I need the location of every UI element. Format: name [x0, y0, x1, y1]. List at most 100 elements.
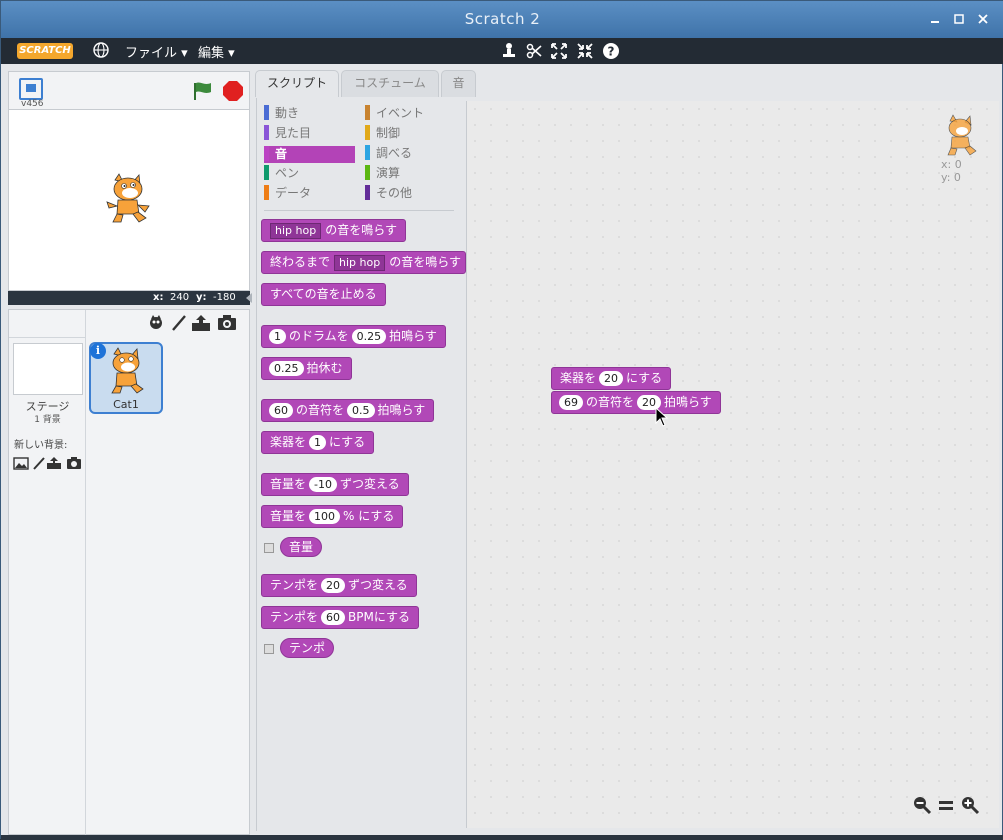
drum-dropdown[interactable]: 1 [269, 329, 286, 344]
block-change-volume[interactable]: 音量を -10 ずつ変える [261, 473, 409, 496]
script-block-play-note[interactable]: 69 の音符を 20 拍鳴らす [551, 391, 721, 414]
block-text: すべての音を止める [270, 287, 377, 301]
reporter-tempo[interactable]: テンポ [280, 638, 335, 658]
bottom-edge [1, 835, 1003, 840]
category-control-label: 制御 [376, 126, 401, 140]
upload-backdrop-icon[interactable] [46, 456, 62, 474]
paint-sprite-icon[interactable] [170, 314, 188, 336]
tempo-input[interactable]: 60 [321, 610, 346, 625]
stop-icon[interactable] [223, 81, 243, 101]
block-text: ずつ変える [339, 477, 400, 491]
block-text: にする [626, 371, 663, 385]
block-text: ずつ変える [348, 578, 408, 592]
block-stop-all-sounds[interactable]: すべての音を止める [261, 283, 386, 306]
category-more-label: その他 [376, 186, 413, 200]
globe-icon[interactable] [91, 41, 111, 61]
block-play-note[interactable]: 60 の音符を 0.5 拍鳴らす [261, 399, 435, 422]
block-play-drum[interactable]: 1 のドラムを 0.25 拍鳴らす [261, 325, 446, 348]
block-play-sound-until-done[interactable]: 終わるまで hip hop の音を鳴らす [261, 251, 466, 274]
category-more[interactable]: その他 [365, 185, 455, 202]
category-sound[interactable]: 音 [264, 146, 355, 163]
instrument-dropdown[interactable]: 20 [599, 371, 624, 386]
shrink-icon[interactable] [575, 41, 595, 61]
tempo-checkbox[interactable] [264, 644, 274, 654]
beats-input[interactable]: 0.25 [269, 361, 304, 376]
sound-dropdown[interactable]: hip hop [270, 222, 322, 239]
stage-thumbnail[interactable] [13, 343, 83, 395]
block-set-volume[interactable]: 音量を 100% にする [261, 505, 404, 528]
instrument-dropdown[interactable]: 1 [309, 435, 327, 450]
close-icon[interactable] [973, 9, 993, 29]
upload-sprite-icon[interactable] [191, 314, 211, 336]
scratch-logo[interactable]: SCRATCH [17, 43, 73, 59]
file-menu[interactable]: ファイル ▾ [125, 42, 188, 61]
zoom-reset-icon[interactable] [935, 795, 957, 815]
beats-input[interactable]: 0.5 [347, 403, 375, 418]
note-dropdown[interactable]: 69 [559, 395, 583, 410]
block-text: 楽器を [560, 371, 597, 385]
delete-icon[interactable] [524, 41, 544, 61]
sprite-pane: ステージ 1 背景 新しい背景: i Cat1 [8, 309, 250, 836]
category-control[interactable]: 制御 [365, 125, 455, 142]
block-text: 音量を [270, 477, 307, 491]
block-set-instrument[interactable]: 楽器を 1 にする [261, 431, 375, 454]
block-set-tempo[interactable]: テンポを 60 BPMにする [261, 606, 419, 629]
volume-input[interactable]: 100 [309, 509, 341, 524]
sprite-library-icon[interactable] [147, 314, 165, 336]
category-events[interactable]: イベント [365, 105, 455, 122]
sprite-y-readout: y: 0 [941, 171, 961, 184]
camera-sprite-icon[interactable] [217, 314, 237, 336]
script-area[interactable]: x: 0 y: 0 楽器を 20 にする 69 の音符を 20 拍鳴らす [466, 101, 999, 828]
tab-scripts[interactable]: スクリプト [255, 70, 339, 97]
collapse-stage-icon[interactable] [246, 293, 252, 303]
help-icon[interactable]: ? [601, 41, 621, 61]
camera-backdrop-icon[interactable] [66, 456, 82, 474]
sprite-name-label: Cat1 [113, 398, 139, 411]
tempo-input[interactable]: 20 [321, 578, 346, 593]
category-pen[interactable]: ペン [264, 165, 354, 182]
zoom-out-icon[interactable] [911, 795, 933, 815]
maximize-icon[interactable] [949, 9, 969, 29]
volume-checkbox[interactable] [264, 543, 274, 553]
stage-canvas[interactable] [8, 109, 250, 291]
cat-sprite-icon[interactable] [103, 172, 153, 226]
category-sensing[interactable]: 調べる [365, 145, 455, 162]
tab-costumes[interactable]: コスチューム [341, 70, 439, 97]
block-text: 楽器を [270, 435, 307, 449]
zoom-in-icon[interactable] [959, 795, 981, 815]
sprite-tile-cat1[interactable]: i Cat1 [89, 342, 163, 414]
x-coord-label: x: [153, 292, 164, 303]
grow-icon[interactable] [549, 41, 569, 61]
block-text: 拍鳴らす [389, 329, 437, 343]
block-rest[interactable]: 0.25 拍休む [261, 357, 352, 380]
svg-text:?: ? [608, 45, 615, 59]
backdrop-library-icon[interactable] [13, 456, 29, 474]
category-data[interactable]: データ [264, 185, 354, 202]
script-block-set-instrument[interactable]: 楽器を 20 にする [551, 367, 672, 390]
version-label: v456 [21, 99, 44, 109]
duplicate-icon[interactable] [499, 41, 519, 61]
paint-backdrop-icon[interactable] [32, 456, 46, 474]
volume-input[interactable]: -10 [309, 477, 337, 492]
sound-dropdown[interactable]: hip hop [334, 254, 386, 271]
block-palette [256, 98, 466, 831]
block-text: にする [329, 435, 366, 449]
y-coord-value: -180 [213, 292, 236, 303]
green-flag-icon[interactable] [191, 80, 213, 102]
category-looks[interactable]: 見た目 [264, 125, 354, 142]
category-motion[interactable]: 動き [264, 105, 354, 122]
category-operators-label: 演算 [376, 166, 401, 180]
fullscreen-icon[interactable] [19, 78, 43, 100]
block-play-sound[interactable]: hip hop の音を鳴らす [261, 219, 406, 242]
block-text: 拍鳴らす [377, 403, 426, 417]
tab-sounds[interactable]: 音 [441, 70, 476, 97]
block-change-tempo[interactable]: テンポを 20 ずつ変える [261, 574, 417, 597]
edit-menu[interactable]: 編集 ▾ [198, 42, 235, 61]
sensing-swatch [365, 145, 370, 160]
minimize-icon[interactable] [925, 9, 945, 29]
note-dropdown[interactable]: 60 [269, 403, 293, 418]
reporter-volume[interactable]: 音量 [280, 537, 323, 557]
beats-input[interactable]: 0.25 [351, 329, 387, 344]
category-operators[interactable]: 演算 [365, 165, 455, 182]
events-swatch [365, 105, 370, 120]
